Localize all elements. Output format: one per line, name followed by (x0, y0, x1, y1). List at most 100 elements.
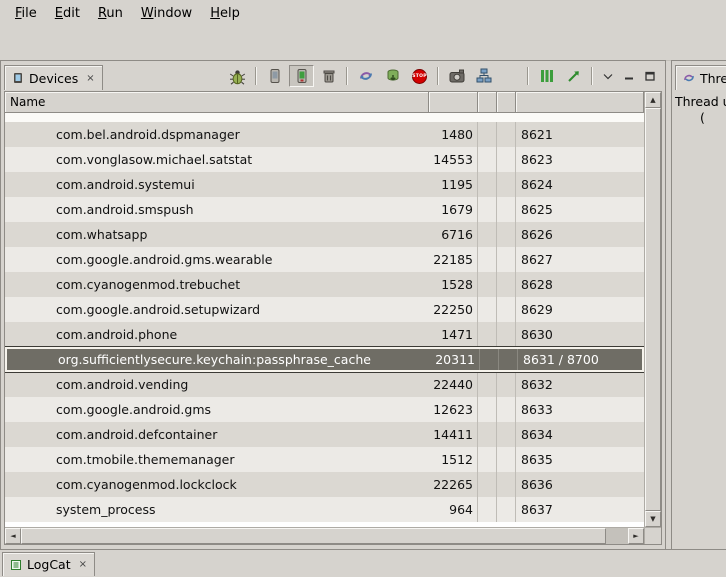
threads-panel-header: Threads (672, 61, 726, 91)
table-row[interactable]: com.google.android.gms126238633 (5, 397, 644, 422)
process-name: com.android.systemui (5, 172, 429, 197)
cell-empty-2 (497, 122, 516, 147)
scroll-down-icon[interactable]: ▼ (645, 511, 661, 527)
devices-table: Name com.bel.android.dspmanager14808621c… (4, 91, 662, 545)
table-row[interactable]: com.android.phone14718630 (5, 322, 644, 347)
process-name: org.sufficientlysecure.keychain:passphra… (7, 349, 431, 370)
scroll-up-icon[interactable]: ▲ (645, 92, 661, 108)
column-header-name[interactable]: Name (5, 92, 429, 113)
devices-panel-header: Devices × STOP (1, 61, 665, 91)
ddms-window: FileEditRunWindowHelp Devices × STOP Nam… (0, 0, 726, 577)
gc-icon[interactable] (316, 65, 341, 87)
process-name: com.android.phone (5, 322, 429, 347)
cell-empty-1 (478, 322, 497, 347)
stop-process-icon[interactable]: STOP (407, 65, 432, 87)
toolbar-separator (346, 67, 348, 85)
table-row[interactable]: com.android.smspush16798625 (5, 197, 644, 222)
process-pid: 6716 (429, 222, 478, 247)
threads-tab-icon (683, 72, 695, 84)
process-port: 8624 (516, 172, 644, 197)
minimize-view-icon[interactable] (619, 65, 638, 87)
table-row[interactable]: com.android.defcontainer144118634 (5, 422, 644, 447)
column-header-col4[interactable] (497, 92, 516, 113)
horizontal-scrollbar[interactable]: ◄ ► (5, 527, 644, 544)
table-row[interactable]: com.cyanogenmod.trebuchet15288628 (5, 272, 644, 297)
table-row[interactable]: com.android.vending224408632 (5, 372, 644, 397)
process-pid: 1195 (429, 172, 478, 197)
systrace-icon[interactable] (561, 65, 586, 87)
cell-empty-1 (478, 472, 497, 497)
cell-empty-1 (478, 447, 497, 472)
table-row-selected[interactable]: org.sufficientlysecure.keychain:passphra… (5, 347, 644, 372)
menu-bar: FileEditRunWindowHelp (0, 0, 726, 26)
process-port: 8629 (516, 297, 644, 322)
table-row[interactable]: com.vonglasow.michael.satstat145538623 (5, 147, 644, 172)
cell-empty-2 (497, 472, 516, 497)
screen-capture-icon[interactable] (444, 65, 469, 87)
menu-file[interactable]: File (6, 3, 46, 24)
process-name: com.google.android.gms.wearable (5, 247, 429, 272)
cell-empty-2 (497, 147, 516, 172)
tab-threads-label: Threads (700, 71, 726, 86)
toolbar-separator (591, 67, 593, 85)
column-header-pid[interactable] (429, 92, 478, 113)
process-name: com.cyanogenmod.lockclock (5, 472, 429, 497)
debug-process-icon[interactable] (225, 65, 250, 87)
table-row[interactable]: com.android.systemui1195 8624 (5, 172, 644, 197)
cell-empty-1 (478, 122, 497, 147)
table-row[interactable]: com.whatsapp67168626 (5, 222, 644, 247)
table-row[interactable]: com.google.android.setupwizard222508629 (5, 297, 644, 322)
heap-updates-icon[interactable] (289, 65, 314, 87)
process-port: 8631 / 8700 (518, 349, 642, 370)
view-menu-chevron-icon[interactable] (598, 65, 617, 87)
menu-help[interactable]: Help (201, 3, 249, 24)
maximize-view-icon[interactable] (640, 65, 659, 87)
cell-empty-2 (497, 497, 516, 522)
main-area: Devices × STOP Name com.bel.android.dspm… (0, 60, 726, 550)
tab-logcat-close-icon[interactable]: × (79, 559, 87, 570)
process-pid: 22185 (429, 247, 478, 272)
menu-window[interactable]: Window (132, 3, 201, 24)
table-row[interactable]: com.cyanogenmod.lockclock222658636 (5, 472, 644, 497)
hierarchy-view-icon[interactable] (471, 65, 496, 87)
dump-hprof-icon[interactable] (380, 65, 405, 87)
process-name: com.google.android.gms (5, 397, 429, 422)
cell-empty-1 (478, 497, 497, 522)
process-pid: 1471 (429, 322, 478, 347)
logcat-tab-icon (10, 559, 22, 571)
tab-devices-close-icon[interactable]: × (86, 73, 94, 84)
heap-icon[interactable] (262, 65, 287, 87)
table-row[interactable]: system_process9648637 (5, 497, 644, 522)
device-tab-icon (12, 72, 24, 84)
toolbar-separator (437, 67, 439, 85)
process-pid: 22250 (429, 297, 478, 322)
update-threads-icon[interactable] (353, 65, 378, 87)
vertical-scrollbar[interactable]: ▲ ▼ (644, 92, 661, 527)
threads-panel: Threads Thread up ( (671, 60, 726, 550)
cell-empty-2 (497, 422, 516, 447)
vertical-scrollbar-thumb[interactable] (645, 108, 661, 511)
main-toolbar-strip (0, 26, 726, 61)
table-row[interactable]: com.google.android.gms.wearable221858627 (5, 247, 644, 272)
menu-run[interactable]: Run (89, 3, 132, 24)
cell-empty-1 (478, 222, 497, 247)
table-row[interactable]: com.bel.android.dspmanager14808621 (5, 122, 644, 147)
process-pid: 1480 (429, 122, 478, 147)
tab-threads[interactable]: Threads (675, 65, 726, 90)
method-profiling-icon[interactable] (534, 65, 559, 87)
scrollbar-corner (644, 527, 661, 544)
threads-message: Thread up ( (672, 91, 726, 126)
menu-edit[interactable]: Edit (46, 3, 89, 24)
table-row[interactable]: com.tmobile.thememanager15128635 (5, 447, 644, 472)
scroll-right-icon[interactable]: ► (628, 528, 644, 544)
process-port: 8625 (516, 197, 644, 222)
tab-devices[interactable]: Devices × (4, 65, 103, 90)
process-port: 8621 (516, 122, 644, 147)
column-header-port[interactable] (516, 92, 644, 113)
horizontal-scrollbar-thumb[interactable] (21, 528, 606, 544)
tab-logcat[interactable]: LogCat × (2, 552, 95, 576)
column-header-col3[interactable] (478, 92, 497, 113)
process-name: com.android.defcontainer (5, 422, 429, 447)
process-port: 8636 (516, 472, 644, 497)
scroll-left-icon[interactable]: ◄ (5, 528, 21, 544)
